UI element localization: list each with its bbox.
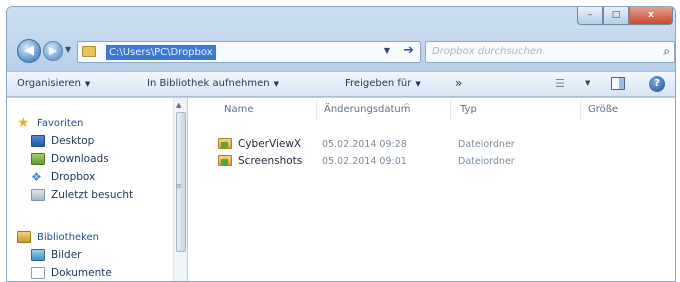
file-row[interactable]: Screenshots 05.02.2014 09:01 Dateiordner [188,153,675,169]
more-commands-button[interactable]: » [455,76,462,90]
documents-icon [31,267,45,279]
column-header-size[interactable]: Größe [588,104,618,115]
chevron-down-icon: ▼ [273,80,279,88]
search-placeholder: Dropbox durchsuchen [432,46,543,57]
nav-item-dropbox[interactable]: ❖ Dropbox [31,168,95,186]
file-date: 05.02.2014 09:28 [322,139,407,150]
chevron-down-icon: ▼ [84,80,91,88]
favorites-label: Favoriten [37,117,84,129]
nav-item-label: Bilder [51,249,82,261]
organize-label: Organisieren [17,78,81,89]
change-view-icon[interactable]: ☰ [555,77,565,90]
folder-icon [82,46,96,57]
folder-icon [218,155,232,166]
command-toolbar: Organisieren ▼ In Bibliothek aufnehmen ▼ F… [7,71,675,97]
nav-item-label: Zuletzt besucht [51,189,134,201]
chevron-down-icon: ▼ [415,80,421,88]
nav-pane-scrollbar[interactable]: ▲ ≡ [173,98,187,281]
explorer-window: – □ x ◀ ▶ ▼ C:\Users\PC\Dropbox ▼ ➔ Drop… [6,6,676,282]
file-type: Dateiordner [458,139,515,150]
address-bar[interactable]: C:\Users\PC\Dropbox ▼ ➔ [77,41,421,63]
file-name: CyberViewX [238,138,302,150]
file-type: Dateiordner [458,156,515,167]
libraries-label: Bibliotheken [37,231,99,243]
help-icon[interactable]: ? [649,76,665,92]
star-icon: ★ [17,115,30,131]
nav-item-label: Dropbox [51,171,96,183]
maximize-button[interactable]: □ [603,7,629,25]
nav-item-pictures[interactable]: Bilder [31,246,81,264]
file-name: Screenshots [238,155,303,167]
nav-libraries-header[interactable]: Bibliotheken [17,228,99,246]
window-controls: – □ x [577,7,673,25]
preview-pane-icon[interactable] [611,77,625,90]
nav-item-label: Downloads [51,153,109,165]
minimize-button[interactable]: – [577,7,603,25]
recent-pages-dropdown-icon[interactable]: ▼ [65,45,71,54]
search-input[interactable]: Dropbox durchsuchen ⌕ [425,41,675,63]
address-dropdown-icon[interactable]: ▼ [384,46,390,55]
nav-item-label: Desktop [51,135,95,147]
nav-item-label: Dokumente [51,267,112,279]
file-date: 05.02.2014 09:01 [322,156,407,167]
column-header-date[interactable]: Änderungsdatum [324,104,411,115]
nav-item-desktop[interactable]: Desktop [31,132,94,150]
search-icon[interactable]: ⌕ [663,44,670,59]
view-options-dropdown-icon[interactable]: ▼ [585,79,590,87]
nav-favorites-header[interactable]: ★ Favoriten [17,114,83,132]
include-library-label: In Bibliothek aufnehmen [147,78,270,89]
scroll-grip-icon: ≡ [176,182,182,190]
column-header-type[interactable]: Typ [460,104,477,115]
address-path-text[interactable]: C:\Users\PC\Dropbox [106,45,216,60]
nav-item-documents[interactable]: Dokumente [31,264,112,281]
include-in-library-menu[interactable]: In Bibliothek aufnehmen ▼ [147,78,279,89]
recent-places-icon [31,189,45,201]
organize-menu[interactable]: Organisieren ▼ [17,78,90,89]
column-divider[interactable] [316,100,317,120]
column-header-name[interactable]: Name [224,104,254,115]
navigation-pane: ★ Favoriten Desktop Downloads ❖ Dropbox … [7,98,187,281]
back-button[interactable]: ◀ [17,39,41,63]
file-row[interactable]: CyberViewX 05.02.2014 09:28 Dateiordner [188,136,675,152]
go-arrow-icon[interactable]: ➔ [403,43,414,58]
nav-item-recent-places[interactable]: Zuletzt besucht [31,186,133,204]
forward-button[interactable]: ▶ [43,41,63,61]
column-divider[interactable] [450,100,451,120]
close-button[interactable]: x [629,7,673,25]
pictures-icon [31,249,45,261]
desktop-icon [31,135,45,147]
folder-icon [218,138,232,149]
nav-item-downloads[interactable]: Downloads [31,150,109,168]
downloads-icon [31,153,45,165]
column-divider[interactable] [580,100,581,120]
file-list: Name ︿ Änderungsdatum Typ Größe CyberVie… [188,98,675,281]
libraries-icon [17,231,31,243]
scroll-up-icon[interactable]: ▲ [176,101,181,109]
dropbox-icon: ❖ [31,170,42,184]
share-label: Freigeben für [345,78,412,89]
address-row: ◀ ▶ ▼ C:\Users\PC\Dropbox ▼ ➔ Dropbox du… [7,37,675,67]
share-with-menu[interactable]: Freigeben für ▼ [345,78,421,89]
